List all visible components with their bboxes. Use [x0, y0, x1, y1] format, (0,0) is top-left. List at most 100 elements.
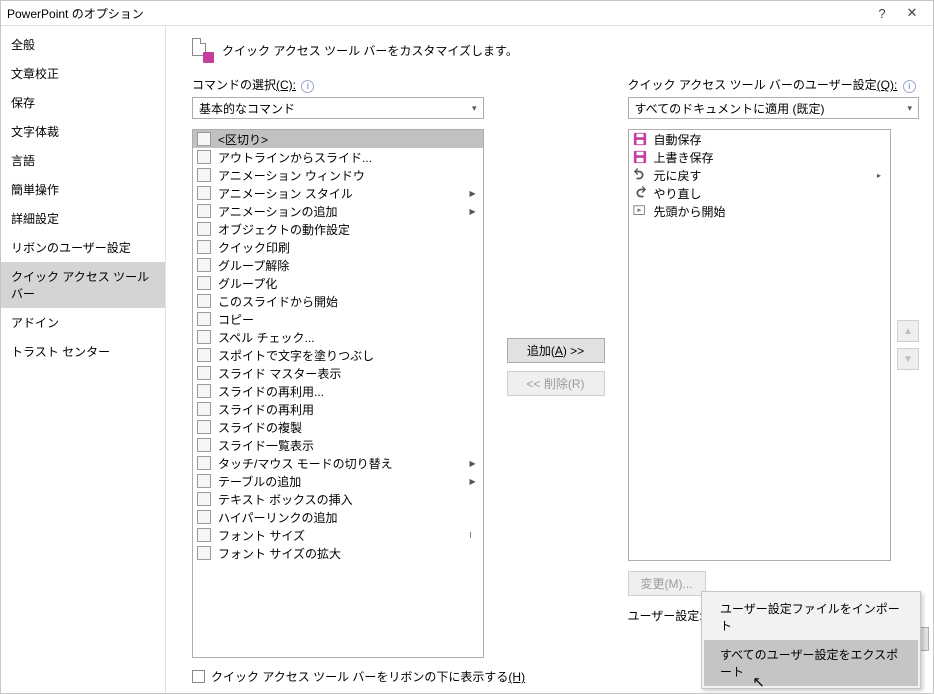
command-icon	[196, 491, 212, 507]
command-icon	[196, 329, 212, 345]
menu-item[interactable]: すべてのユーザー設定をエクスポート	[704, 640, 918, 686]
options-dialog: PowerPoint のオプション ? ✕ 全般文章校正保存文字体裁言語簡単操作…	[0, 0, 934, 694]
nav-item[interactable]: リボンのユーザー設定	[1, 233, 165, 262]
list-item[interactable]: やり直し	[629, 184, 891, 202]
command-label: スライド マスター表示	[218, 365, 464, 382]
qat-commands-listbox[interactable]: 自動保存上書き保存元に戻す ▸ やり直し先頭から開始	[628, 129, 892, 561]
help-button[interactable]: ?	[867, 6, 897, 21]
qat-column: クイック アクセス ツール バーのユーザー設定(Q): i すべてのドキュメント…	[628, 76, 920, 658]
list-item[interactable]: スライド マスター表示	[193, 364, 483, 382]
submenu-indicator: ▸	[877, 171, 887, 180]
list-item[interactable]: <区切り>	[193, 130, 483, 148]
reorder-buttons: ▲ ▼	[897, 129, 919, 561]
list-item[interactable]: タッチ/マウス モードの切り替え ▶	[193, 454, 483, 472]
info-icon[interactable]: i	[903, 80, 916, 93]
nav-item[interactable]: 詳細設定	[1, 204, 165, 233]
nav-item[interactable]: 全般	[1, 30, 165, 59]
list-item[interactable]: アニメーションの追加▶	[193, 202, 483, 220]
list-item[interactable]: このスライドから開始	[193, 292, 483, 310]
command-label: フォント サイズ	[218, 527, 464, 544]
command-label: 自動保存	[654, 131, 872, 148]
modify-button: 変更(M)...	[628, 571, 706, 596]
command-icon	[196, 419, 212, 435]
list-item[interactable]: 先頭から開始	[629, 202, 891, 220]
command-icon	[196, 365, 212, 381]
list-item[interactable]: ハイパーリンクの追加	[193, 508, 483, 526]
list-item[interactable]: スペル チェック...	[193, 328, 483, 346]
chevron-down-icon: ▾	[907, 103, 912, 114]
choose-commands-select[interactable]: 基本的なコマンド▾	[192, 97, 484, 119]
command-label: クイック印刷	[218, 239, 464, 256]
command-icon	[196, 149, 212, 165]
show-below-ribbon-label: クイック アクセス ツール バーをリボンの下に表示する(H)	[211, 668, 525, 685]
close-button[interactable]: ✕	[897, 5, 927, 21]
list-item[interactable]: フォント サイズの拡大	[193, 544, 483, 562]
list-item[interactable]: スライドの複製	[193, 418, 483, 436]
command-icon	[196, 545, 212, 561]
command-icon	[632, 185, 648, 201]
command-label: やり直し	[654, 185, 872, 202]
command-label: <区切り>	[218, 131, 464, 148]
command-icon	[632, 203, 648, 219]
command-label: 先頭から開始	[654, 203, 872, 220]
list-item[interactable]: スライドの再利用...	[193, 382, 483, 400]
nav-item[interactable]: トラスト センター	[1, 337, 165, 366]
nav-item[interactable]: 文章校正	[1, 59, 165, 88]
list-item[interactable]: アニメーション ウィンドウ	[193, 166, 483, 184]
customize-qat-icon	[192, 38, 212, 62]
show-below-ribbon-checkbox[interactable]	[192, 670, 205, 683]
list-item[interactable]: 自動保存	[629, 130, 891, 148]
move-up-button: ▲	[897, 320, 919, 342]
command-icon	[196, 383, 212, 399]
list-item[interactable]: 上書き保存	[629, 148, 891, 166]
nav-item[interactable]: 保存	[1, 88, 165, 117]
list-item[interactable]: グループ解除	[193, 256, 483, 274]
command-icon	[196, 311, 212, 327]
titlebar: PowerPoint のオプション ? ✕	[1, 1, 933, 26]
list-item[interactable]: スライドの再利用	[193, 400, 483, 418]
nav-item[interactable]: アドイン	[1, 308, 165, 337]
command-label: スライドの再利用...	[218, 383, 464, 400]
list-item[interactable]: フォント サイズI	[193, 526, 483, 544]
transfer-buttons: 追加(A) >> << 削除(R)	[500, 76, 612, 658]
list-item[interactable]: オブジェクトの動作設定	[193, 220, 483, 238]
nav-item[interactable]: 文字体裁	[1, 117, 165, 146]
command-label: テーブルの追加	[218, 473, 464, 490]
list-item[interactable]: アウトラインからスライド...	[193, 148, 483, 166]
command-icon	[196, 221, 212, 237]
list-item[interactable]: スライド一覧表示	[193, 436, 483, 454]
nav-item[interactable]: 言語	[1, 146, 165, 175]
list-item[interactable]: コピー	[193, 310, 483, 328]
command-label: グループ化	[218, 275, 464, 292]
command-icon	[196, 275, 212, 291]
command-label: アニメーションの追加	[218, 203, 464, 220]
command-label: グループ解除	[218, 257, 464, 274]
import-export-menu: ユーザー設定ファイルをインポートすべてのユーザー設定をエクスポート	[701, 591, 921, 689]
list-item[interactable]: グループ化	[193, 274, 483, 292]
command-label: タッチ/マウス モードの切り替え	[218, 455, 464, 472]
submenu-indicator: ▶	[470, 459, 480, 468]
info-icon[interactable]: i	[301, 80, 314, 93]
list-item[interactable]: テキスト ボックスの挿入	[193, 490, 483, 508]
command-label: テキスト ボックスの挿入	[218, 491, 464, 508]
command-icon	[196, 437, 212, 453]
list-item[interactable]: クイック印刷	[193, 238, 483, 256]
submenu-indicator: ▶	[470, 477, 480, 486]
available-commands-listbox[interactable]: <区切り>アウトラインからスライド...アニメーション ウィンドウアニメーション…	[192, 129, 484, 658]
command-label: 上書き保存	[654, 149, 872, 166]
nav-item[interactable]: クイック アクセス ツール バー	[1, 262, 165, 308]
command-icon	[196, 473, 212, 489]
add-button[interactable]: 追加(A) >>	[507, 338, 605, 363]
command-label: フォント サイズの拡大	[218, 545, 464, 562]
list-item[interactable]: スポイトで文字を塗りつぶし	[193, 346, 483, 364]
menu-item[interactable]: ユーザー設定ファイルをインポート	[704, 594, 918, 640]
command-label: アニメーション ウィンドウ	[218, 167, 464, 184]
category-nav: 全般文章校正保存文字体裁言語簡単操作詳細設定リボンのユーザー設定クイック アクセ…	[1, 26, 166, 693]
list-item[interactable]: アニメーション スタイル▶	[193, 184, 483, 202]
choose-commands-label: コマンドの選択(C): i	[192, 76, 484, 93]
list-item[interactable]: 元に戻す ▸	[629, 166, 891, 184]
list-item[interactable]: テーブルの追加 ▶	[193, 472, 483, 490]
qat-scope-select[interactable]: すべてのドキュメントに適用 (既定)▾	[628, 97, 920, 119]
command-label: 元に戻す	[654, 167, 872, 184]
nav-item[interactable]: 簡単操作	[1, 175, 165, 204]
